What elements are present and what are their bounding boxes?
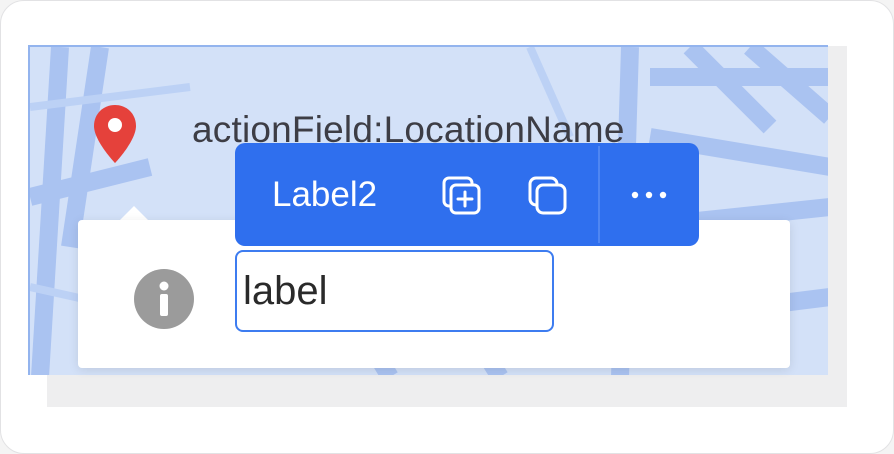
- toolbar-divider: [598, 146, 600, 243]
- more-horizontal-icon[interactable]: [626, 180, 672, 210]
- copy-icon[interactable]: [526, 174, 570, 218]
- toolbar-element-name: Label2: [272, 175, 378, 214]
- add-copy-icon[interactable]: [440, 174, 484, 218]
- location-pin-icon: [91, 103, 139, 165]
- info-icon: [133, 268, 195, 330]
- label-input[interactable]: [235, 250, 554, 332]
